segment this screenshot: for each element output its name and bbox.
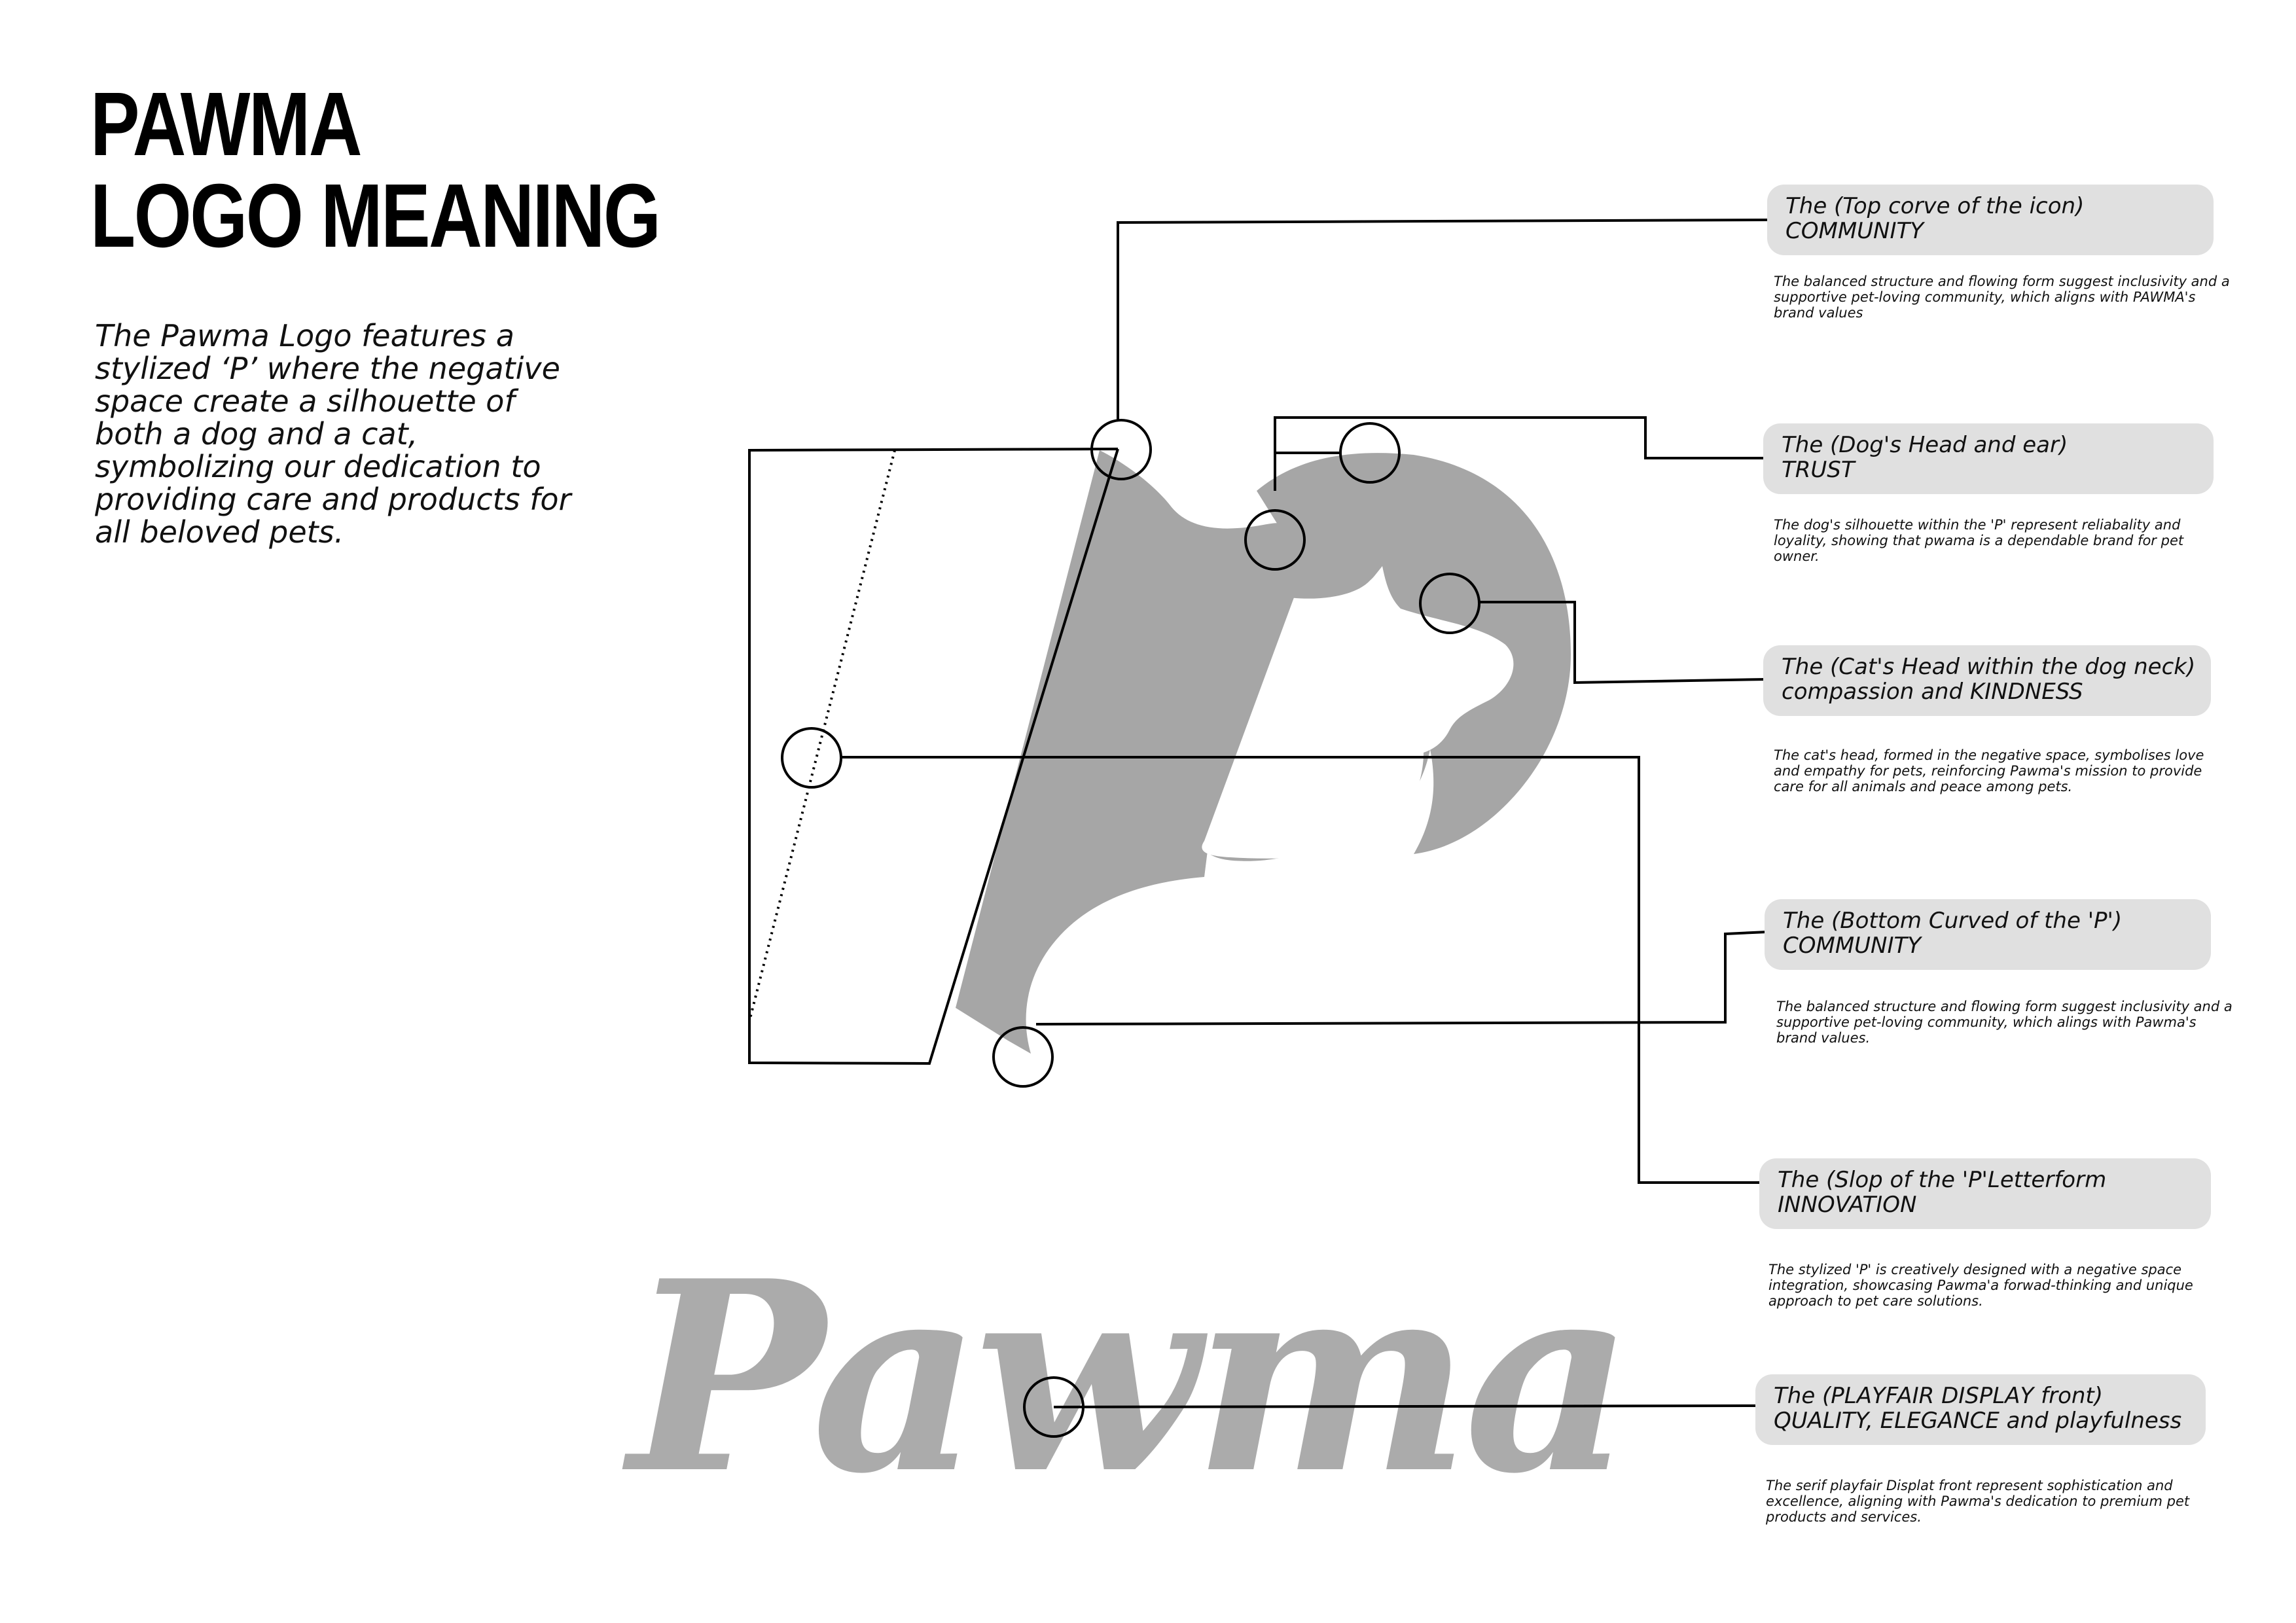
callout-description: The stylized 'P' is creatively designed … xyxy=(1768,1262,2193,1309)
pawma-p-logo-icon xyxy=(956,450,1571,1054)
callout-description: The balanced structure and flowing form … xyxy=(1774,274,2230,321)
callout-heading: The (Top corve of the icon) xyxy=(1785,193,2085,219)
callout-keyword: QUALITY, ELEGANCE and playfulness xyxy=(1774,1408,2182,1434)
marker-slope xyxy=(781,727,842,789)
connector-top-curve xyxy=(1117,219,1768,420)
callout-card-typeface: The (PLAYFAIR DISPLAY front) QUALITY, EL… xyxy=(1755,1374,2206,1445)
pawma-wordmark: Pawma xyxy=(620,1224,1627,1531)
connector-typeface xyxy=(1053,1404,1760,1408)
callout-heading: The (Bottom Curved of the 'P') xyxy=(1783,908,2123,934)
callout-heading: The (PLAYFAIR DISPLAY front) xyxy=(1774,1383,2104,1409)
callout-card-dog-head: The (Dog's Head and ear) TRUST xyxy=(1763,423,2214,494)
callout-heading: The (Cat's Head within the dog neck) xyxy=(1782,654,2196,680)
callout-description: The dog's silhouette within the 'P' repr… xyxy=(1774,517,2184,564)
callout-description: The cat's head, formed in the negative s… xyxy=(1774,747,2204,794)
callout-description: The balanced structure and flowing form … xyxy=(1776,999,2233,1046)
callout-card-top-curve: The (Top corve of the icon) COMMUNITY xyxy=(1767,185,2214,255)
callout-card-slope: The (Slop of the 'P'Letterform INNOVATIO… xyxy=(1759,1158,2211,1229)
callout-keyword: TRUST xyxy=(1782,457,1855,483)
callout-keyword: INNOVATION xyxy=(1778,1192,1917,1218)
callout-keyword: compassion and KINDNESS xyxy=(1782,679,2083,705)
callout-heading: The (Slop of the 'P'Letterform xyxy=(1778,1167,2107,1193)
callout-description: The serif playfair Displat front represe… xyxy=(1766,1478,2190,1525)
callout-keyword: COMMUNITY xyxy=(1783,933,1922,959)
connector-bottom-curve xyxy=(1035,931,1768,1026)
callout-card-bottom-curve: The (Bottom Curved of the 'P') COMMUNITY xyxy=(1765,899,2211,970)
slope-dotted-guide xyxy=(748,450,896,1022)
callout-keyword: COMMUNITY xyxy=(1785,218,1924,244)
callout-card-cat-head: The (Cat's Head within the dog neck) com… xyxy=(1763,645,2211,716)
callout-heading: The (Dog's Head and ear) xyxy=(1782,432,2068,458)
